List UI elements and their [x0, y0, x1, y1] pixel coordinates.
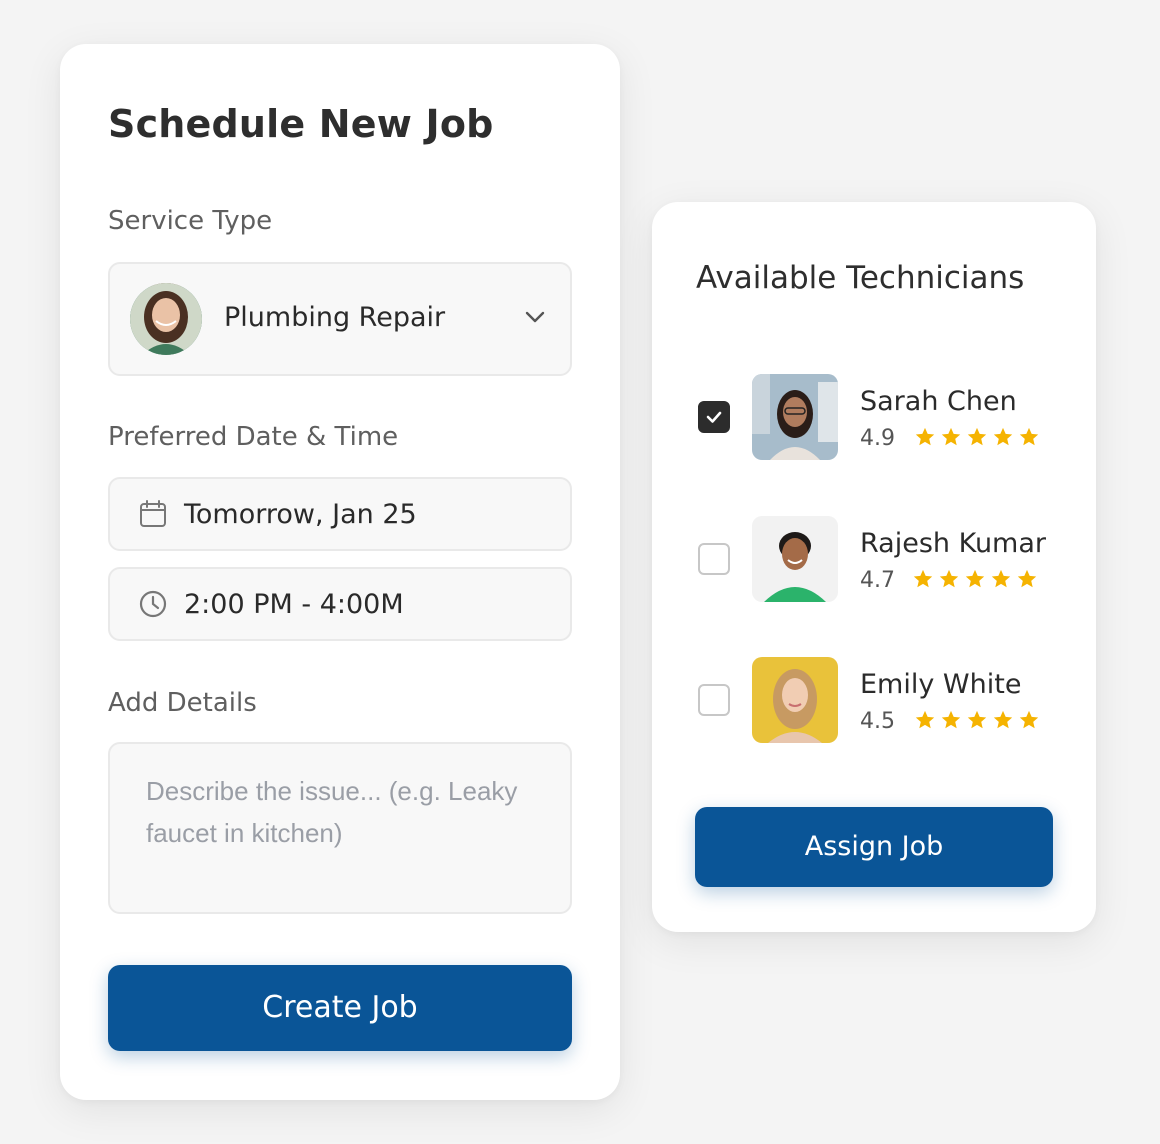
technician-photo: [752, 516, 838, 602]
schedule-title: Schedule New Job: [108, 102, 494, 146]
clock-icon: [139, 590, 167, 618]
star-icon: [967, 427, 987, 446]
service-avatar: [130, 283, 202, 355]
technician-row: Rajesh Kumar 4.7: [696, 516, 1076, 604]
technician-photo: [752, 374, 838, 460]
technician-checkbox-rajesh[interactable]: [698, 543, 730, 575]
technician-name: Emily White: [860, 669, 1022, 700]
technician-checkbox-emily[interactable]: [698, 684, 730, 716]
star-icon: [967, 710, 987, 729]
star-icon: [993, 710, 1013, 729]
technicians-title: Available Technicians: [696, 260, 1025, 296]
time-value: 2:00 PM - 4:00M: [184, 589, 404, 620]
service-type-label: Service Type: [108, 206, 273, 236]
star-icon: [913, 569, 933, 588]
add-details-label: Add Details: [108, 688, 257, 718]
calendar-icon: [140, 500, 166, 527]
time-field[interactable]: 2:00 PM - 4:00M: [108, 567, 572, 641]
star-icon: [915, 710, 935, 729]
technician-rating: 4.7: [860, 568, 895, 593]
date-value: Tomorrow, Jan 25: [184, 499, 417, 530]
star-icon: [1017, 569, 1037, 588]
details-textarea[interactable]: Describe the issue... (e.g. Leaky faucet…: [108, 742, 572, 914]
technician-photo: [752, 657, 838, 743]
rating-stars: [914, 426, 1040, 448]
star-icon: [941, 427, 961, 446]
date-field[interactable]: Tomorrow, Jan 25: [108, 477, 572, 551]
technician-checkbox-sarah[interactable]: [698, 401, 730, 433]
technician-row: Emily White 4.5: [696, 657, 1076, 745]
date-time-label: Preferred Date & Time: [108, 422, 399, 452]
assign-job-button[interactable]: Assign Job: [695, 807, 1053, 887]
page: Schedule New Job Service Type Plumbing R…: [0, 0, 1160, 1144]
technician-name: Rajesh Kumar: [860, 528, 1047, 559]
chevron-down-icon[interactable]: [522, 304, 548, 330]
star-icon: [939, 569, 959, 588]
star-icon: [965, 569, 985, 588]
rating-stars: [912, 568, 1038, 590]
rating-stars: [914, 709, 1040, 731]
star-icon: [991, 569, 1011, 588]
technician-row: Sarah Chen 4.9: [696, 374, 1076, 462]
star-icon: [915, 427, 935, 446]
star-icon: [941, 710, 961, 729]
create-job-button[interactable]: Create Job: [108, 965, 572, 1051]
details-placeholder: Describe the issue... (e.g. Leaky faucet…: [146, 776, 518, 848]
technician-rating: 4.9: [860, 426, 895, 451]
service-type-select[interactable]: Plumbing Repair: [108, 262, 572, 376]
technician-name: Sarah Chen: [860, 386, 1017, 417]
checkmark-icon: [706, 411, 722, 423]
technician-rating: 4.5: [860, 709, 895, 734]
technicians-card: Available Technicians Sarah Chen 4.9 Raj…: [652, 202, 1096, 932]
star-icon: [1019, 427, 1039, 446]
service-type-value: Plumbing Repair: [224, 302, 446, 333]
star-icon: [993, 427, 1013, 446]
schedule-job-card: Schedule New Job Service Type Plumbing R…: [60, 44, 620, 1100]
star-icon: [1019, 710, 1039, 729]
